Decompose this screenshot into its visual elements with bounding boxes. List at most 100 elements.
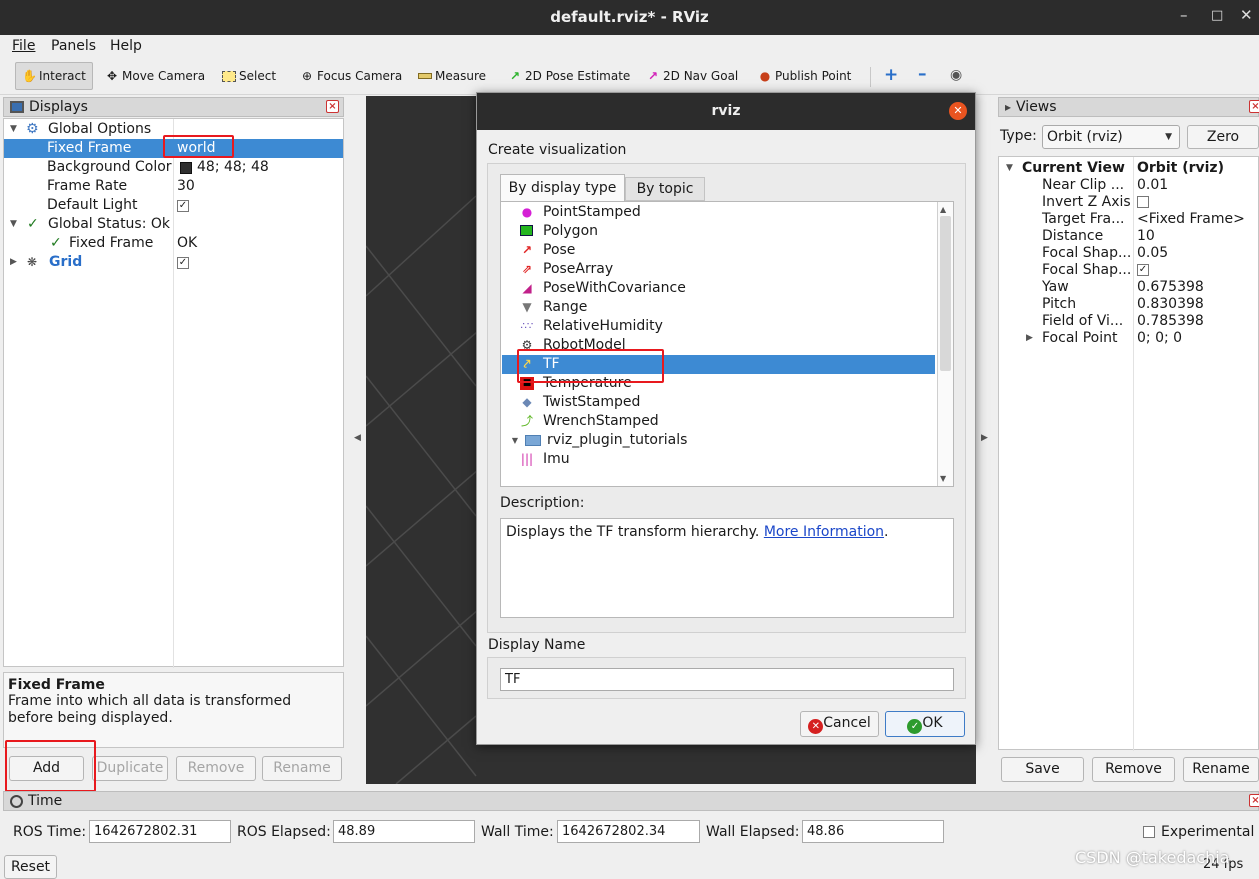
- remove-button[interactable]: Remove: [176, 756, 256, 781]
- list-scrollbar[interactable]: ▲ ▼: [937, 202, 953, 486]
- prop-value[interactable]: 0.01: [1137, 177, 1168, 194]
- displays-description: Fixed Frame Frame into which all data is…: [3, 672, 344, 748]
- toolbar-separator: [870, 67, 871, 87]
- views-rename-button[interactable]: Rename: [1183, 757, 1259, 782]
- near-clip-row[interactable]: Near Clip ... 0.01: [999, 177, 1258, 194]
- list-item-pointstamped[interactable]: ● PointStamped: [522, 203, 641, 222]
- fov-row[interactable]: Field of Vi... 0.785398: [999, 313, 1258, 330]
- prop-value[interactable]: 0; 0; 0: [1137, 330, 1182, 347]
- view-type-value: Orbit (rviz): [1047, 129, 1123, 145]
- yaw-row[interactable]: Yaw 0.675398: [999, 279, 1258, 296]
- ros-time-field[interactable]: 1642672802.31: [89, 820, 231, 843]
- frame-rate-value[interactable]: 30: [177, 177, 195, 196]
- invert-z-checkbox[interactable]: [1137, 196, 1149, 208]
- ros-elapsed-field[interactable]: 48.89: [333, 820, 475, 843]
- pitch-row[interactable]: Pitch 0.830398: [999, 296, 1258, 313]
- displays-close-icon[interactable]: ×: [326, 100, 339, 113]
- prop-value[interactable]: 0.830398: [1137, 296, 1204, 313]
- background-color-row[interactable]: Background Color 48; 48; 48: [4, 158, 343, 177]
- views-close-icon[interactable]: ×: [1249, 100, 1259, 113]
- focus-camera-tool[interactable]: ⊕ Focus Camera: [300, 69, 402, 83]
- folder-row[interactable]: ▼ rviz_plugin_tutorials: [512, 431, 687, 450]
- ok-button[interactable]: ✓ OK: [885, 711, 965, 737]
- pose-estimate-tool[interactable]: ↗ 2D Pose Estimate: [508, 69, 630, 83]
- remove-tool-icon[interactable]: –: [918, 64, 927, 84]
- close-icon[interactable]: ✕: [1240, 6, 1253, 24]
- maximize-icon[interactable]: □: [1211, 8, 1223, 23]
- list-item-pose[interactable]: ↗ Pose: [522, 241, 575, 260]
- add-tool-icon[interactable]: +: [884, 65, 898, 85]
- wall-time-field[interactable]: 1642672802.34: [557, 820, 700, 843]
- more-info-link[interactable]: More Information: [764, 524, 884, 540]
- menu-panels[interactable]: Panels: [51, 38, 96, 54]
- dialog-close-icon[interactable]: ✕: [949, 102, 967, 120]
- select-label: Select: [239, 69, 277, 83]
- views-save-button[interactable]: Save: [1001, 757, 1084, 782]
- scroll-up-icon[interactable]: ▲: [940, 205, 946, 214]
- list-item-relativehumidity[interactable]: ∴∵ RelativeHumidity: [521, 317, 663, 336]
- prop-value[interactable]: 0.785398: [1137, 313, 1204, 330]
- prop-value[interactable]: <Fixed Frame>: [1137, 211, 1245, 228]
- menu-help[interactable]: Help: [110, 38, 142, 54]
- list-item-posewithcovariance[interactable]: ◢ PoseWithCovariance: [522, 279, 685, 298]
- focal-shape-fixed-row[interactable]: Focal Shap... ✓: [999, 262, 1258, 279]
- prop-value[interactable]: 10: [1137, 228, 1155, 245]
- collapse-right-icon[interactable]: ▶: [981, 433, 988, 443]
- status-fixed-frame-row[interactable]: ✓ Fixed Frame OK: [4, 234, 343, 253]
- eye-icon[interactable]: ◉: [950, 67, 962, 83]
- scroll-down-icon[interactable]: ▼: [940, 474, 946, 483]
- grid-row[interactable]: ▶ ❋ Grid ✓: [4, 253, 343, 272]
- display-name-input[interactable]: TF: [500, 668, 954, 691]
- background-color-value[interactable]: 48; 48; 48: [197, 158, 269, 177]
- range-icon: ▼: [522, 300, 532, 314]
- frame-rate-row[interactable]: Frame Rate 30: [4, 177, 343, 196]
- reset-button[interactable]: Reset: [4, 855, 57, 879]
- focal-point-row[interactable]: ▶ Focal Point 0; 0; 0: [999, 330, 1258, 347]
- prop-value[interactable]: 0.675398: [1137, 279, 1204, 296]
- zero-button[interactable]: Zero: [1187, 125, 1259, 149]
- target-frame-row[interactable]: Target Fra... <Fixed Frame>: [999, 211, 1258, 228]
- current-view-row[interactable]: ▼ Current View Orbit (rviz): [999, 160, 1258, 177]
- list-item-wrenchstamped[interactable]: ⤴ WrenchStamped: [521, 412, 659, 431]
- duplicate-button[interactable]: Duplicate: [92, 756, 168, 781]
- time-close-icon[interactable]: ×: [1249, 794, 1259, 807]
- views-remove-button[interactable]: Remove: [1092, 757, 1175, 782]
- crosshair-icon: ⊕: [301, 69, 313, 83]
- tab-by-topic[interactable]: By topic: [625, 177, 705, 201]
- list-item-imu[interactable]: ||| Imu: [521, 450, 570, 469]
- experimental-checkbox[interactable]: [1143, 826, 1155, 838]
- invert-z-row[interactable]: Invert Z Axis: [999, 194, 1258, 211]
- focal-shape-checkbox[interactable]: ✓: [1137, 264, 1149, 276]
- collapse-left-icon[interactable]: ◀: [354, 433, 361, 443]
- wall-elapsed-field[interactable]: 48.86: [802, 820, 944, 843]
- list-item-posearray[interactable]: ⇗ PoseArray: [522, 260, 613, 279]
- prop-value[interactable]: 0.05: [1137, 245, 1168, 262]
- measure-tool[interactable]: Measure: [418, 69, 486, 83]
- tab-by-display-type[interactable]: By display type: [500, 174, 625, 202]
- rename-button[interactable]: Rename: [262, 756, 342, 781]
- cancel-button[interactable]: ✕ Cancel: [800, 711, 879, 737]
- chevron-right-icon: ▶: [1026, 333, 1033, 343]
- publish-point-tool[interactable]: ● Publish Point: [758, 69, 852, 83]
- prop-label: Focal Point: [1042, 330, 1118, 346]
- default-light-checkbox[interactable]: ✓: [177, 200, 189, 212]
- list-item-range[interactable]: ▼ Range: [522, 298, 587, 317]
- menu-file[interactable]: File: [12, 38, 35, 54]
- global-status-row[interactable]: ▼ ✓ Global Status: Ok: [4, 215, 343, 234]
- interact-tool[interactable]: ✋ Interact: [15, 62, 93, 90]
- minimize-icon[interactable]: –: [1180, 6, 1188, 24]
- prop-label: Yaw: [1042, 279, 1069, 295]
- list-item-polygon[interactable]: Polygon: [520, 222, 598, 241]
- default-light-row[interactable]: Default Light ✓: [4, 196, 343, 215]
- move-camera-tool[interactable]: ✥ Move Camera: [105, 69, 205, 83]
- grid-checkbox[interactable]: ✓: [177, 257, 189, 269]
- time-title: Time: [28, 793, 63, 809]
- nav-goal-tool[interactable]: ↗ 2D Nav Goal: [646, 69, 738, 83]
- list-item-twiststamped[interactable]: ◆ TwistStamped: [522, 393, 640, 412]
- scroll-thumb[interactable]: [940, 216, 951, 371]
- view-type-select[interactable]: Orbit (rviz) ▼: [1042, 125, 1180, 149]
- distance-row[interactable]: Distance 10: [999, 228, 1258, 245]
- prop-label: Distance: [1042, 228, 1104, 244]
- select-tool[interactable]: Select: [222, 69, 276, 83]
- focal-shape-size-row[interactable]: Focal Shap... 0.05: [999, 245, 1258, 262]
